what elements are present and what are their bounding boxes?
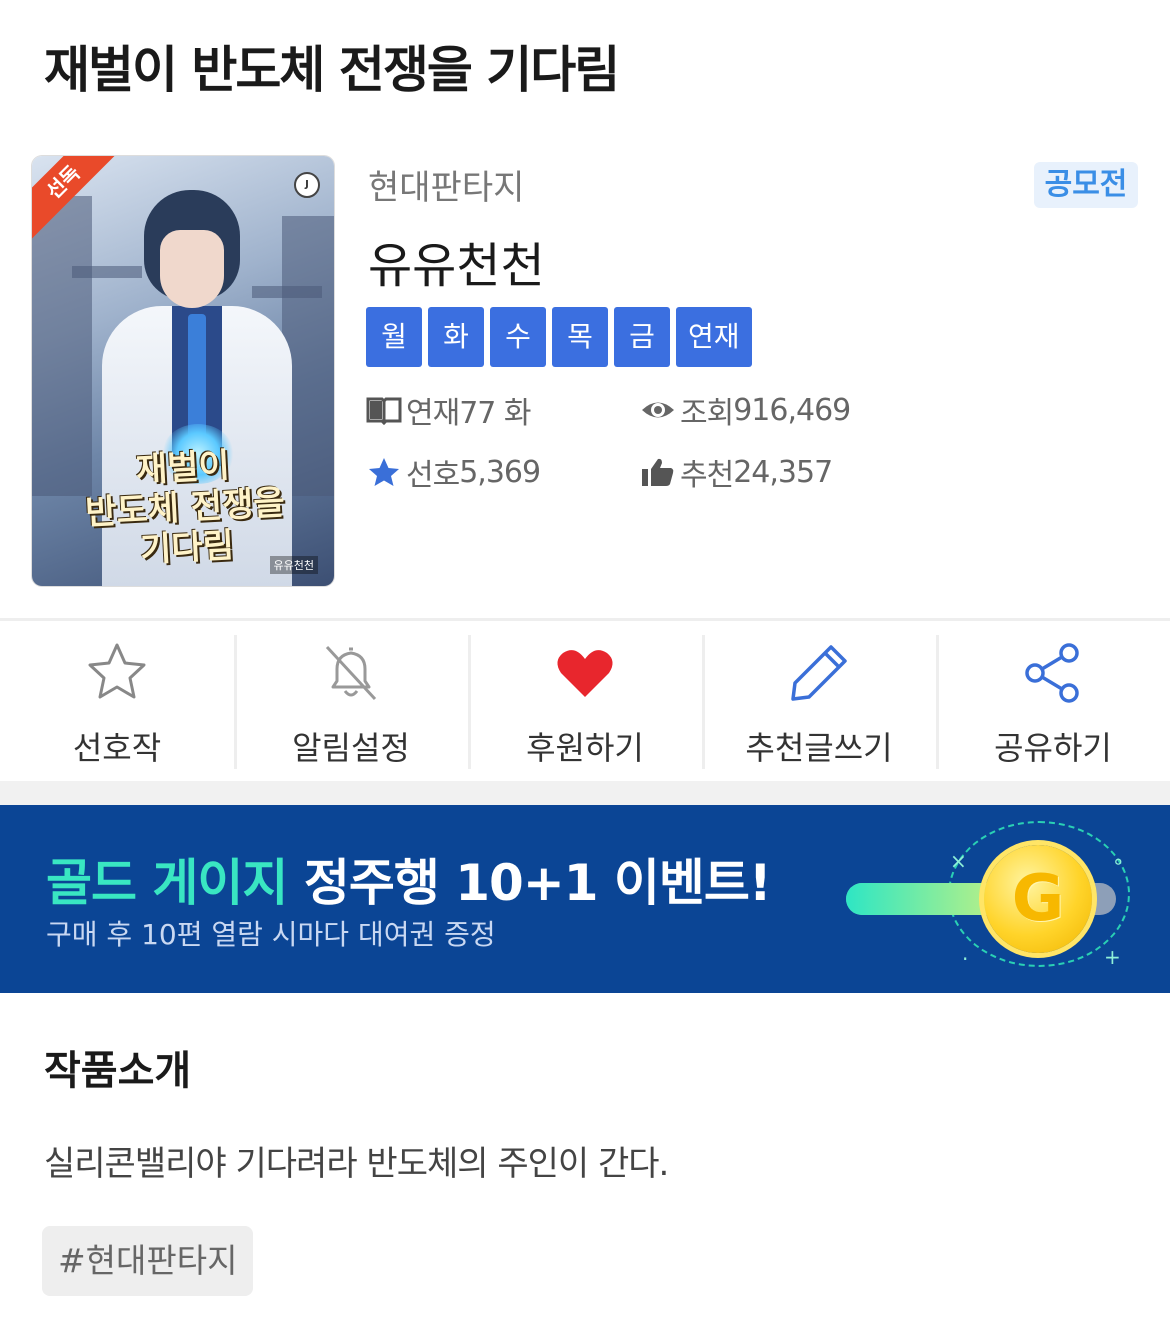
schedule-day: 화 [428, 307, 484, 367]
section-spacer [0, 781, 1170, 805]
intro-body: 실리콘밸리야 기다려라 반도체의 주인이 간다. [44, 1144, 669, 1184]
genre-tag[interactable]: #현대판타지 [42, 1226, 254, 1296]
thumbs-up-icon [642, 458, 674, 486]
pencil-icon [791, 645, 847, 701]
notification-label: 알림설정 [292, 729, 410, 767]
contest-badge: 공모전 [1034, 162, 1138, 208]
cover-image[interactable]: J 선독 재벌이 반도체 전쟁을 기다림 유유천천 [32, 156, 334, 586]
recommends-label: 추천 [680, 458, 734, 493]
intro-heading: 작품소개 [44, 1048, 192, 1094]
schedule-chips: 월 화 수 목 금 연재 [366, 307, 752, 367]
schedule-status: 연재 [676, 307, 752, 367]
favorite-label: 선호작 [72, 729, 162, 767]
banner-subtext: 구매 후 10편 열람 시마다 대여권 증정 [46, 918, 496, 951]
cover-author: 유유천천 [269, 556, 318, 574]
sparkle-icon: + [1104, 945, 1121, 969]
publisher-logo: J [294, 172, 320, 198]
schedule-day: 수 [490, 307, 546, 367]
star-outline-icon [88, 643, 146, 699]
schedule-day: 금 [614, 307, 670, 367]
sparkle-icon: · [962, 947, 969, 971]
donate-label: 후원하기 [526, 729, 644, 767]
notification-button[interactable]: 알림설정 [234, 621, 468, 781]
views-value: 916,469 [733, 392, 851, 428]
favorites-stat: 선호 5,369 [366, 450, 541, 494]
coin-letter: G [1011, 862, 1065, 936]
views-stat: 조회 916,469 [640, 388, 851, 432]
schedule-day: 월 [366, 307, 422, 367]
favorites-label: 선호 [406, 458, 460, 493]
book-icon [366, 397, 402, 425]
sparkle-icon: ∘ [1112, 849, 1125, 873]
write-review-label: 추천글쓰기 [745, 729, 893, 767]
share-button[interactable]: 공유하기 [936, 621, 1170, 781]
share-label: 공유하기 [994, 729, 1112, 767]
recommends-stat: 추천 24,357 [640, 450, 833, 494]
share-icon [1025, 643, 1079, 703]
heart-icon [557, 650, 613, 697]
action-bar: 선호작 알림설정 후원하기 추천글쓰기 공유하기 [0, 621, 1170, 781]
episodes-value: 77 화 [459, 396, 531, 431]
write-review-button[interactable]: 추천글쓰기 [702, 621, 936, 781]
banner-headline-accent: 골드 게이지 [46, 854, 288, 912]
favorite-button[interactable]: 선호작 [0, 621, 234, 781]
favorites-value: 5,369 [459, 454, 541, 490]
schedule-day: 목 [552, 307, 608, 367]
banner-headline-main: 정주행 10+1 이벤트! [303, 854, 772, 912]
episodes-stat: 연재 77 화 [366, 388, 532, 432]
views-label: 조회 [680, 396, 734, 431]
bell-off-icon [325, 645, 377, 701]
gold-coin-icon: G [984, 845, 1092, 953]
star-icon [369, 458, 399, 486]
donate-button[interactable]: 후원하기 [468, 621, 702, 781]
episodes-label: 연재 [406, 396, 460, 431]
event-banner[interactable]: 골드 게이지 정주행 10+1 이벤트! 구매 후 10편 열람 시마다 대여권… [0, 805, 1170, 993]
page-title: 재벌이 반도체 전쟁을 기다림 [44, 41, 620, 99]
eye-icon [642, 402, 674, 418]
author-name[interactable]: 유유천천 [368, 226, 545, 296]
cover-face [160, 230, 224, 308]
genre-label[interactable]: 현대판타지 [368, 160, 524, 209]
recommends-value: 24,357 [733, 454, 833, 490]
sparkle-icon: × [950, 849, 967, 873]
banner-headline: 골드 게이지 정주행 10+1 이벤트! [46, 843, 772, 915]
